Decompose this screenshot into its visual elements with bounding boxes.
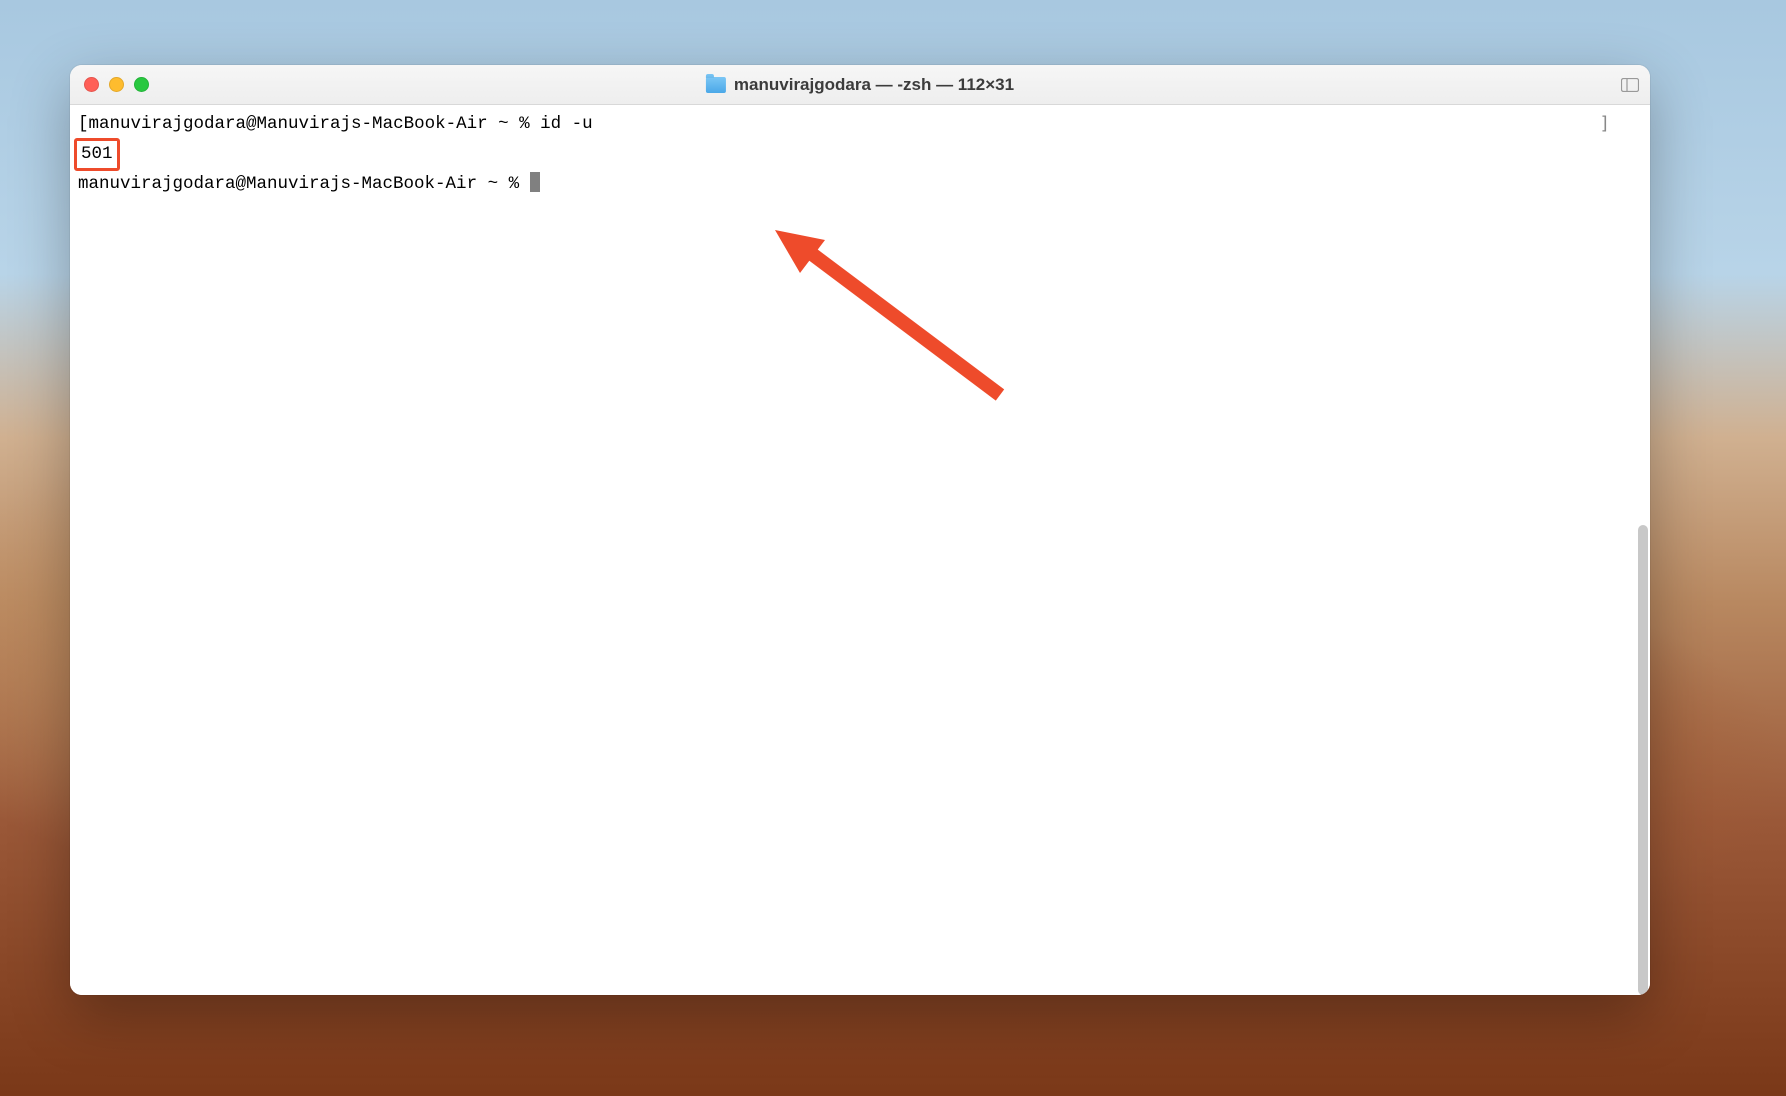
prompt-path-marker: ~ % bbox=[488, 114, 541, 134]
terminal-line-2: 501 bbox=[78, 138, 1642, 171]
prompt-user-host: manuvirajgodara@Manuvirajs-MacBook-Air bbox=[78, 174, 477, 194]
prompt-bracket-right: ] bbox=[1599, 111, 1610, 138]
window-title-text: manuvirajgodara — -zsh — 112×31 bbox=[734, 75, 1014, 95]
scrollbar-thumb[interactable] bbox=[1638, 525, 1648, 995]
window-title: manuvirajgodara — -zsh — 112×31 bbox=[706, 75, 1014, 95]
scrollbar-track[interactable] bbox=[1634, 155, 1648, 985]
titlebar-right-controls bbox=[1620, 75, 1640, 95]
folder-icon bbox=[706, 77, 726, 93]
close-button[interactable] bbox=[84, 77, 99, 92]
terminal-line-1: [manuvirajgodara@Manuvirajs-MacBook-Air … bbox=[78, 111, 1642, 138]
prompt-path-marker: ~ % bbox=[477, 174, 530, 194]
prompt-bracket-left: [ bbox=[78, 114, 89, 134]
terminal-body[interactable]: [ manuvirajgodara@Manuvirajs-MacBook-Air … bbox=[70, 105, 1650, 995]
terminal-line-3: manuvirajgodara@Manuvirajs-MacBook-Air ~… bbox=[78, 171, 1642, 198]
command-output-highlight: 501 bbox=[74, 138, 120, 171]
prompt-user-host: manuvirajgodara@Manuvirajs-MacBook-Air bbox=[89, 114, 488, 134]
annotation-arrow bbox=[770, 225, 1030, 425]
command-text: id -u bbox=[540, 114, 593, 134]
window-titlebar[interactable]: manuvirajgodara — -zsh — 112×31 bbox=[70, 65, 1650, 105]
traffic-lights bbox=[84, 77, 149, 92]
toggle-sidebar-icon[interactable] bbox=[1620, 75, 1640, 95]
zoom-button[interactable] bbox=[134, 77, 149, 92]
cursor bbox=[530, 172, 540, 192]
terminal-window: manuvirajgodara — -zsh — 112×31 [manuvir… bbox=[70, 65, 1650, 995]
minimize-button[interactable] bbox=[109, 77, 124, 92]
